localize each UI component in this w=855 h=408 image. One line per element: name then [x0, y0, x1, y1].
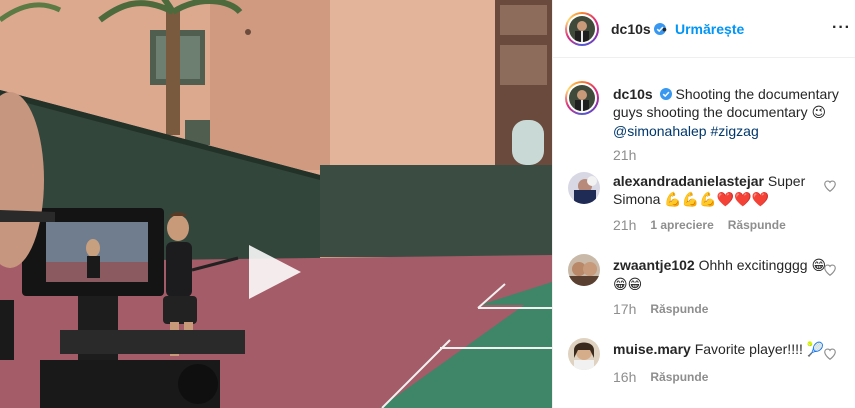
video-frame: [0, 0, 552, 408]
comment-username[interactable]: muise.mary: [613, 341, 691, 357]
caption-author-avatar[interactable]: [565, 81, 599, 115]
comment-emoji: 💪💪💪❤️❤️❤️: [664, 192, 769, 208]
post-header: dc10s • Urmărește ···: [553, 0, 855, 58]
caption-emoji: 😉: [811, 105, 827, 121]
verified-badge-icon: [659, 88, 672, 100]
post-caption: dc10s Shooting the documentary guys shoo…: [613, 85, 845, 140]
comment-username[interactable]: alexandradanielastejar: [613, 173, 764, 189]
caption-time: 21h: [613, 147, 637, 163]
reply-button[interactable]: Răspunde: [650, 370, 708, 384]
author-username-text[interactable]: dc10s: [611, 21, 651, 37]
author-username[interactable]: dc10s: [611, 21, 666, 37]
comment-meta: 16h Răspunde: [613, 369, 708, 385]
play-icon: [249, 245, 301, 299]
comment: muise.mary Favorite player!!!! 🎾: [613, 340, 828, 359]
comment-avatar[interactable]: [568, 254, 600, 286]
heart-outline-icon[interactable]: [823, 263, 837, 277]
heart-outline-icon[interactable]: [823, 347, 837, 361]
comment-emoji: 🎾: [806, 342, 825, 358]
caption-username[interactable]: dc10s: [613, 86, 653, 102]
heart-outline-icon[interactable]: [823, 179, 837, 193]
comment-text: Ohhh excitingggg: [698, 257, 808, 273]
post-panel: dc10s • Urmărește ··· dc10s Shooting the…: [552, 0, 855, 408]
comment-time: 16h: [613, 369, 637, 385]
follow-button[interactable]: Urmărește: [675, 21, 744, 37]
comment-meta: 21h 1 apreciere Răspunde: [613, 217, 786, 233]
header-separator: •: [662, 21, 667, 37]
comment-avatar[interactable]: [568, 172, 600, 204]
reply-button[interactable]: Răspunde: [728, 218, 786, 232]
post-video[interactable]: [0, 0, 552, 408]
play-button[interactable]: [243, 241, 305, 303]
comment: alexandradanielastejar Super Simona 💪💪💪❤…: [613, 172, 828, 209]
hashtag-link[interactable]: #zigzag: [711, 123, 759, 139]
comment-username[interactable]: zwaantje102: [613, 257, 695, 273]
author-avatar[interactable]: [565, 12, 599, 46]
comment-text: Favorite player!!!!: [694, 341, 803, 357]
comment-avatar[interactable]: [568, 338, 600, 370]
comment-meta: 17h Răspunde: [613, 301, 708, 317]
reply-button[interactable]: Răspunde: [650, 302, 708, 316]
mention-link[interactable]: @simonahalep: [613, 123, 707, 139]
comment-time: 21h: [613, 217, 637, 233]
comment: zwaantje102 Ohhh excitingggg 😁😁😁: [613, 256, 828, 294]
comment-likes[interactable]: 1 apreciere: [650, 218, 713, 232]
more-options-icon[interactable]: ···: [832, 20, 851, 36]
comment-time: 17h: [613, 301, 637, 317]
